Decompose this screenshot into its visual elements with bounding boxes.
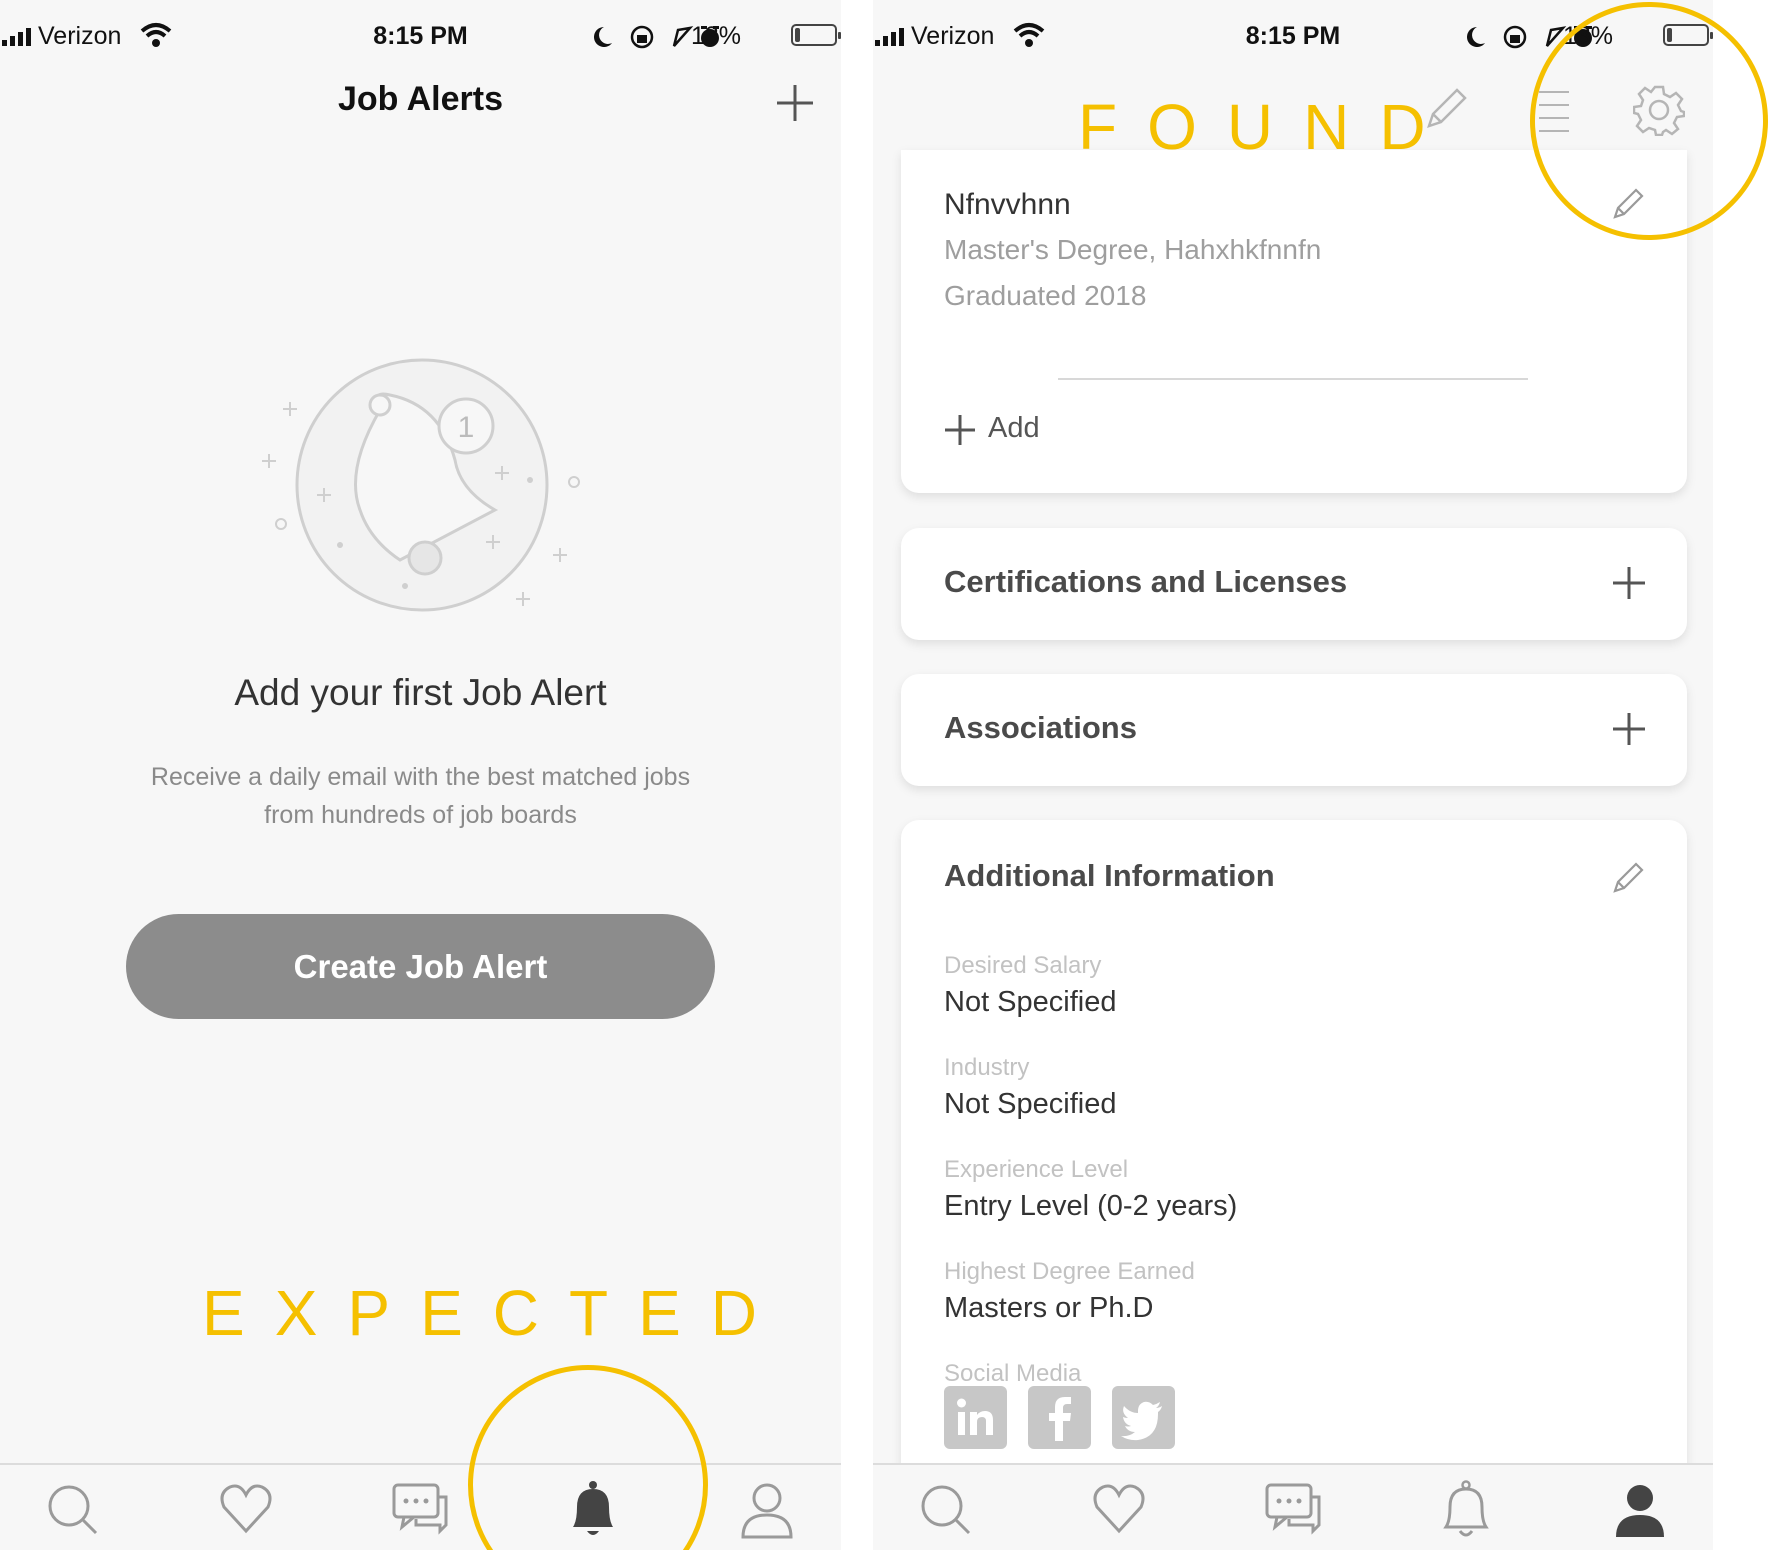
tab-bar bbox=[0, 1463, 841, 1550]
add-certification-icon[interactable] bbox=[1612, 566, 1646, 600]
battery-icon bbox=[791, 24, 841, 46]
search-icon[interactable] bbox=[42, 1479, 102, 1539]
field-label-industry: Industry bbox=[944, 1054, 1030, 1081]
field-label-experience-level: Experience Level bbox=[944, 1156, 1129, 1183]
education-degree: Master's Degree, Hahxhkfnnfn bbox=[944, 234, 1322, 265]
job-alerts-screen: Verizon 8:15 PM 13% Job Alerts 1 Add you… bbox=[0, 0, 841, 1550]
bell-icon[interactable] bbox=[1436, 1479, 1496, 1539]
divider bbox=[1058, 378, 1528, 380]
add-label: Add bbox=[988, 412, 1040, 444]
field-value-experience-level: Entry Level (0-2 years) bbox=[944, 1190, 1238, 1222]
education-graduated: Graduated 2018 bbox=[944, 280, 1147, 311]
associations-card[interactable]: Associations bbox=[901, 674, 1687, 786]
bell-illustration: 1 bbox=[262, 358, 580, 612]
expected-annotation: EXPECTED bbox=[202, 1277, 787, 1349]
heart-icon[interactable] bbox=[216, 1479, 276, 1539]
description-line-1: Receive a daily email with the best matc… bbox=[150, 763, 691, 791]
field-value-desired-salary: Not Specified bbox=[944, 986, 1117, 1018]
add-association-icon[interactable] bbox=[1612, 712, 1646, 746]
edit-additional-info-icon[interactable] bbox=[1612, 860, 1646, 894]
field-value-industry: Not Specified bbox=[944, 1088, 1117, 1120]
field-label-desired-salary: Desired Salary bbox=[944, 952, 1102, 979]
add-alert-button[interactable] bbox=[776, 84, 814, 122]
highlight-ring-settings bbox=[1530, 2, 1768, 240]
facebook-icon[interactable] bbox=[1028, 1386, 1091, 1449]
associations-title: Associations bbox=[944, 710, 1137, 745]
education-school: Nfnvvhnn bbox=[944, 188, 1071, 221]
page-title: Job Alerts bbox=[337, 80, 503, 118]
twitter-icon[interactable] bbox=[1112, 1386, 1175, 1449]
certifications-card[interactable]: Certifications and Licenses bbox=[901, 528, 1687, 640]
status-bar: Verizon 8:15 PM 13% bbox=[0, 0, 841, 74]
profile-screen: Verizon 8:15 PM 13% FOUND Nfnvvhnn Maste… bbox=[873, 0, 1713, 1550]
search-icon[interactable] bbox=[915, 1479, 975, 1539]
profile-icon[interactable] bbox=[737, 1479, 797, 1539]
additional-info-card: Additional Information Desired Salary No… bbox=[901, 820, 1687, 1550]
messages-icon[interactable] bbox=[390, 1479, 450, 1539]
empty-state-heading: Add your first Job Alert bbox=[234, 672, 607, 713]
linkedin-icon[interactable] bbox=[944, 1386, 1007, 1449]
empty-state-description: Receive a daily email with the best matc… bbox=[0, 758, 841, 834]
highlight-ring-alerts-tab bbox=[468, 1365, 708, 1550]
tab-bar bbox=[873, 1463, 1713, 1550]
battery-percent: 13% bbox=[690, 22, 741, 50]
profile-icon[interactable] bbox=[1610, 1479, 1670, 1539]
social-media-label: Social Media bbox=[944, 1360, 1082, 1387]
field-value-highest-degree: Masters or Ph.D bbox=[944, 1292, 1154, 1324]
field-label-highest-degree: Highest Degree Earned bbox=[944, 1258, 1195, 1285]
messages-icon[interactable] bbox=[1263, 1479, 1323, 1539]
additional-info-title: Additional Information bbox=[944, 858, 1275, 893]
plus-icon bbox=[945, 415, 975, 445]
badge-count: 1 bbox=[458, 411, 475, 444]
certifications-title: Certifications and Licenses bbox=[944, 564, 1348, 599]
description-line-2: from hundreds of job boards bbox=[264, 801, 577, 829]
create-job-alert-button[interactable]: Create Job Alert bbox=[126, 914, 715, 1019]
heart-icon[interactable] bbox=[1089, 1479, 1149, 1539]
